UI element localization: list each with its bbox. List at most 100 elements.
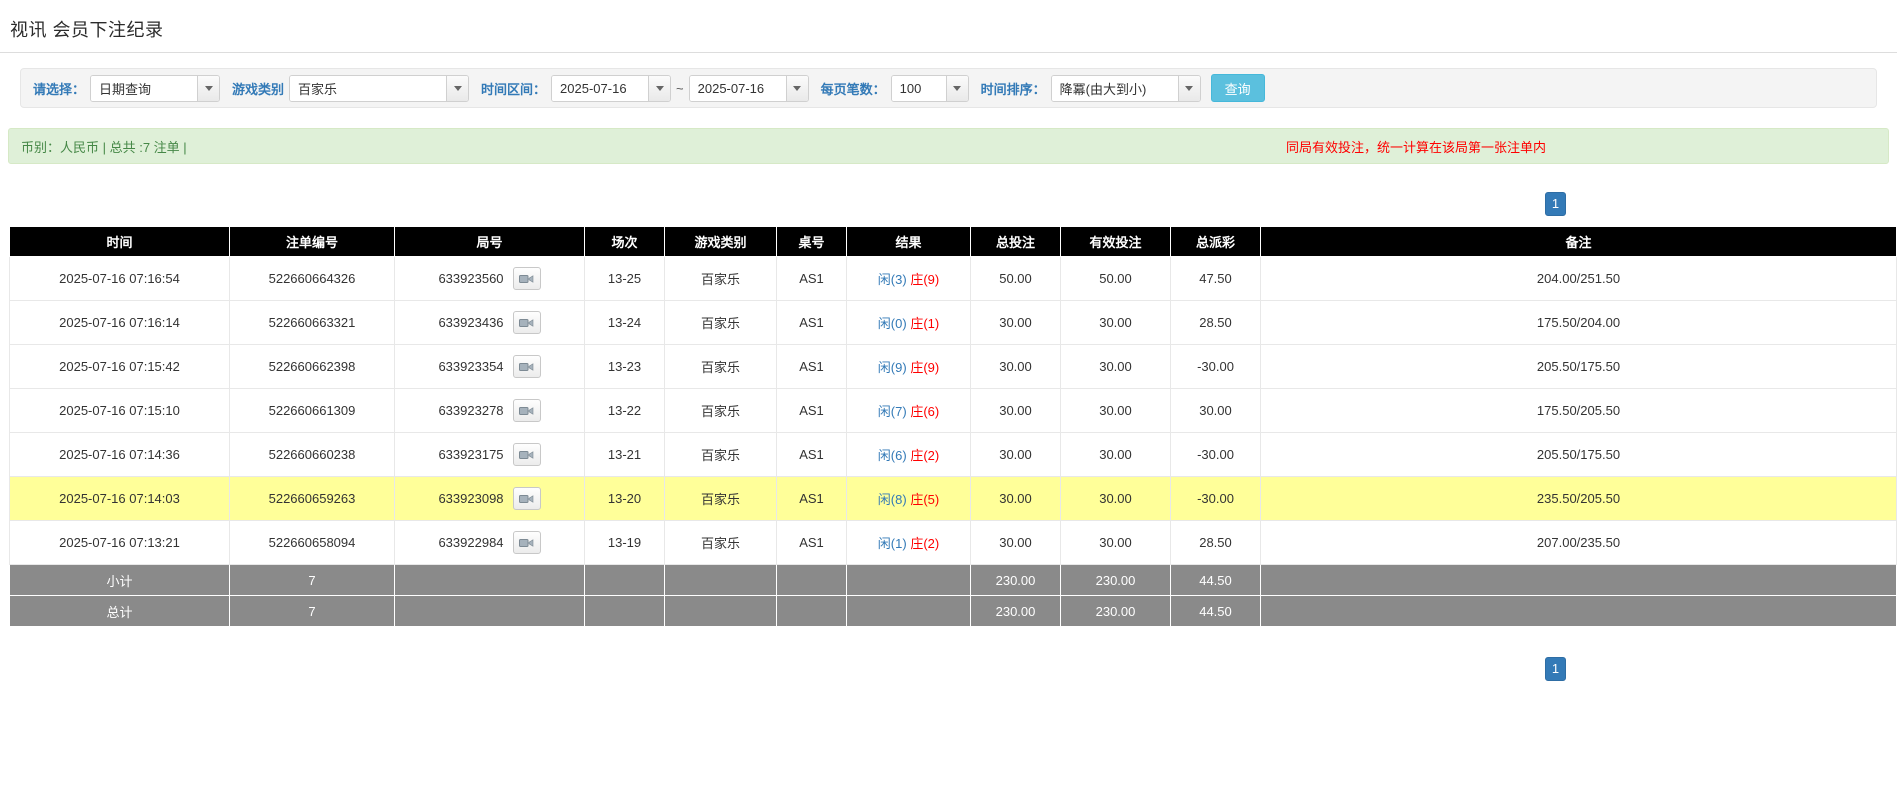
cell-session: 13-25 [585,257,665,301]
cell-note: 207.00/235.50 [1261,521,1897,565]
column-header: 注单编号 [230,227,395,257]
cell-total-bet[interactable]: 30.00 [971,389,1061,433]
cell-result: 闲(1) 庄(2) [847,521,971,565]
video-replay-button[interactable] [513,531,541,554]
cell-session: 13-19 [585,521,665,565]
result-banker: 庄(2) [910,536,939,551]
video-replay-button[interactable] [513,487,541,510]
round-number: 633923560 [438,271,503,286]
cell-result: 闲(3) 庄(9) [847,257,971,301]
cell-total-bet[interactable]: 50.00 [971,257,1061,301]
query-type-input[interactable] [91,76,197,101]
footer-cell [665,565,777,596]
chevron-down-icon[interactable] [446,76,468,101]
video-replay-button[interactable] [513,311,541,334]
sort-select[interactable] [1051,75,1201,102]
video-replay-icon [519,273,534,285]
cell-total-bet[interactable]: 30.00 [971,301,1061,345]
round-number: 633923175 [438,447,503,462]
chevron-down-icon[interactable] [786,76,808,101]
video-replay-button[interactable] [513,443,541,466]
cell-total-bet[interactable]: 30.00 [971,521,1061,565]
cell-round: 633922984 [395,521,585,565]
cell-payout: -30.00 [1171,433,1261,477]
cell-note: 204.00/251.50 [1261,257,1897,301]
chevron-down-icon[interactable] [648,76,670,101]
round-number: 633923354 [438,359,503,374]
footer-cell: 7 [230,565,395,596]
result-banker: 庄(6) [910,404,939,419]
cell-bet-id: 522660662398 [230,345,395,389]
column-header: 游戏类别 [665,227,777,257]
game-type-select[interactable] [289,75,469,102]
cell-note: 175.50/205.50 [1261,389,1897,433]
cell-game-type: 百家乐 [665,345,777,389]
search-button[interactable]: 查询 [1211,74,1265,102]
footer-cell [395,596,585,627]
column-header: 有效投注 [1061,227,1171,257]
game-type-input[interactable] [290,76,446,101]
cell-note: 205.50/175.50 [1261,345,1897,389]
footer-cell: 总计 [10,596,230,627]
cell-time: 2025-07-16 07:14:03 [10,477,230,521]
footer-cell: 小计 [10,565,230,596]
footer-cell [585,565,665,596]
cell-bet-id: 522660663321 [230,301,395,345]
cell-valid-bet: 30.00 [1061,521,1171,565]
chevron-down-icon[interactable] [197,76,219,101]
chevron-down-icon[interactable] [1178,76,1200,101]
date-to-input[interactable] [690,76,786,101]
footer-cell: 230.00 [971,596,1061,627]
per-page-select[interactable] [891,75,969,102]
video-replay-button[interactable] [513,355,541,378]
round-number: 633923436 [438,315,503,330]
column-header: 结果 [847,227,971,257]
cell-result: 闲(0) 庄(1) [847,301,971,345]
cell-session: 13-22 [585,389,665,433]
page-header: 视讯 会员下注纪录 [0,0,1897,53]
cell-game-type: 百家乐 [665,389,777,433]
sort-input[interactable] [1052,76,1178,101]
date-from-input[interactable] [552,76,648,101]
column-header: 桌号 [777,227,847,257]
table-row: 2025-07-16 07:13:21522660658094633922984… [10,521,1897,565]
pagination-page-1[interactable]: 1 [1545,657,1566,681]
cell-table-no: AS1 [777,477,847,521]
cell-time: 2025-07-16 07:15:42 [10,345,230,389]
cell-total-bet[interactable]: 30.00 [971,433,1061,477]
cell-game-type: 百家乐 [665,477,777,521]
footer-cell: 44.50 [1171,565,1261,596]
bet-records-table: 时间注单编号局号场次游戏类别桌号结果总投注有效投注总派彩备注 2025-07-1… [9,226,1897,627]
video-replay-button[interactable] [513,399,541,422]
cell-game-type: 百家乐 [665,301,777,345]
cell-total-bet[interactable]: 30.00 [971,477,1061,521]
summary-bar: 币别：人民币 | 总共 :7 注单 | 同局有效投注，统一计算在该局第一张注单内 [8,128,1889,164]
chevron-down-icon [793,86,801,91]
pagination-page-1[interactable]: 1 [1545,192,1566,216]
video-replay-icon [519,317,534,329]
cell-bet-id: 522660661309 [230,389,395,433]
cell-total-bet[interactable]: 30.00 [971,345,1061,389]
cell-round: 633923560 [395,257,585,301]
date-to-picker[interactable] [689,75,809,102]
video-replay-button[interactable] [513,267,541,290]
video-replay-icon [519,449,534,461]
table-row: 2025-07-16 07:14:36522660660238 633923175… [10,433,1897,477]
per-page-input[interactable] [892,76,946,101]
cell-time: 2025-07-16 07:14:36 [10,433,230,477]
cell-valid-bet: 50.00 [1061,257,1171,301]
video-replay-icon [519,537,534,549]
cell-bet-id: 522660660238 [230,433,395,477]
result-banker: 庄(5) [910,492,939,507]
query-type-select[interactable] [90,75,220,102]
cell-table-no: AS1 [777,257,847,301]
chevron-down-icon[interactable] [946,76,968,101]
cell-round: 633923436 [395,301,585,345]
bet-table-body: 2025-07-16 07:16:54522660664326633923560… [10,257,1897,627]
cell-session: 13-23 [585,345,665,389]
footer-row: 小计7230.00230.0044.50 [10,565,1897,596]
footer-row: 总计7230.00230.0044.50 [10,596,1897,627]
date-from-picker[interactable] [551,75,671,102]
chevron-down-icon [205,86,213,91]
column-header: 总投注 [971,227,1061,257]
